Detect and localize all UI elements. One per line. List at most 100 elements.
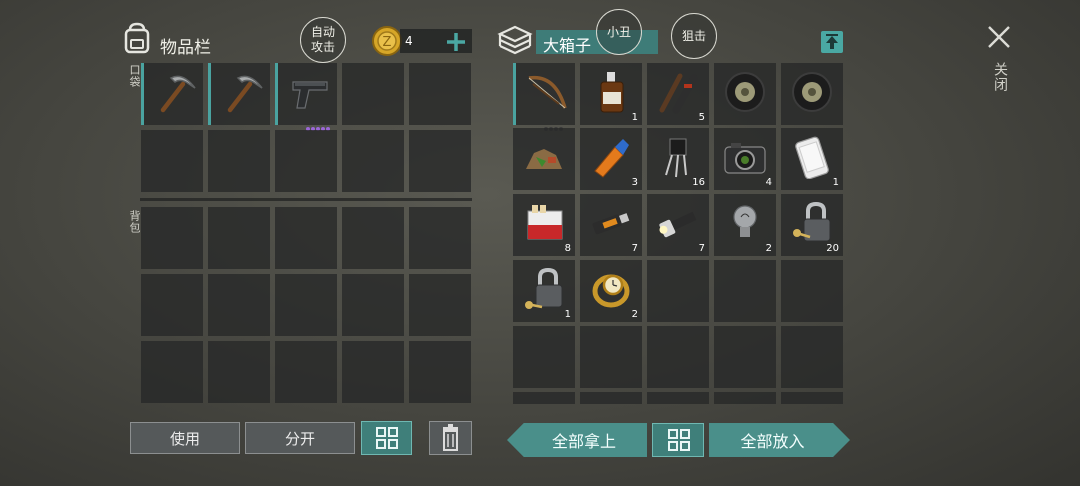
- padlock-key-icon: [793, 201, 831, 242]
- backpack-slot[interactable]: [208, 207, 270, 269]
- add-coins-icon[interactable]: [444, 30, 468, 54]
- crossbow-icon: [528, 75, 567, 109]
- container-slot[interactable]: 1: [781, 128, 843, 190]
- backpack-slot[interactable]: [275, 207, 337, 269]
- transistor-icon: [665, 138, 687, 178]
- container-slot[interactable]: 20: [781, 194, 843, 256]
- pocket-slot[interactable]: [141, 63, 203, 125]
- close-label[interactable]: 关闭: [990, 62, 1010, 92]
- container-slot[interactable]: 7: [580, 194, 642, 256]
- take-all-button[interactable]: 全部拿上: [507, 423, 647, 457]
- sort-container-button[interactable]: [652, 423, 704, 457]
- item-count: 7: [698, 243, 705, 254]
- split-label: 分开: [284, 429, 315, 448]
- backpack-slot[interactable]: [208, 274, 270, 336]
- tire-icon: [792, 72, 832, 112]
- whiskey-bottle-icon: [600, 72, 624, 113]
- pocket-slot[interactable]: [342, 130, 404, 192]
- grid-sort-icon: [376, 427, 398, 449]
- item-count: 20: [826, 243, 839, 254]
- container-slot[interactable]: 7: [647, 194, 709, 256]
- container-slot[interactable]: [580, 392, 642, 404]
- container-title: 大箱子: [543, 36, 592, 55]
- backpack-icon: [122, 22, 152, 54]
- container-slot[interactable]: [781, 392, 843, 404]
- backpack-slot[interactable]: [275, 274, 337, 336]
- pocket-slot[interactable]: [208, 63, 270, 125]
- svg-text:Z: Z: [383, 35, 392, 50]
- pocket-slot[interactable]: [342, 63, 404, 125]
- container-slot[interactable]: 16: [647, 128, 709, 190]
- container-slot[interactable]: 5: [647, 63, 709, 125]
- container-slot[interactable]: [714, 326, 776, 388]
- backpack-slot[interactable]: [409, 274, 471, 336]
- upload-icon[interactable]: [818, 28, 846, 56]
- trash-icon: [443, 424, 458, 451]
- scrap-pile-icon: [526, 149, 562, 169]
- padlock-key-icon: [525, 267, 563, 309]
- backpack-slot[interactable]: [141, 274, 203, 336]
- backpack-slot[interactable]: [208, 341, 270, 403]
- item-count: 1: [564, 309, 571, 320]
- put-all-label: 全部放入: [740, 432, 805, 451]
- container-slot[interactable]: [714, 392, 776, 404]
- use-button[interactable]: 使用: [130, 422, 240, 454]
- backpack-slot[interactable]: [342, 207, 404, 269]
- container-slot[interactable]: 4: [714, 128, 776, 190]
- pocket-slot[interactable]: [275, 130, 337, 192]
- gold-watch-icon: [592, 274, 630, 308]
- xiaochou-button[interactable]: 小丑: [596, 9, 642, 55]
- container-slot[interactable]: [513, 326, 575, 388]
- backpack-slot[interactable]: [342, 341, 404, 403]
- container-slot[interactable]: [513, 392, 575, 404]
- container-slot[interactable]: 1: [513, 260, 575, 322]
- smartphone-icon: [795, 136, 829, 179]
- container-slot[interactable]: [781, 260, 843, 322]
- pocket-slot[interactable]: [208, 130, 270, 192]
- pocket-slot[interactable]: [409, 130, 471, 192]
- pickaxe-icon: [227, 75, 263, 113]
- container-slot[interactable]: [513, 128, 575, 190]
- container-slot[interactable]: 2: [714, 194, 776, 256]
- backpack-slot[interactable]: [141, 207, 203, 269]
- auto-attack-button[interactable]: 自动攻击: [300, 17, 346, 63]
- snipe-label: 狙击: [681, 28, 706, 43]
- split-button[interactable]: 分开: [245, 422, 355, 454]
- container-slot[interactable]: 2: [580, 260, 642, 322]
- backpack-slot[interactable]: [409, 341, 471, 403]
- item-count: 2: [631, 309, 638, 320]
- container-slot[interactable]: [580, 326, 642, 388]
- container-slot[interactable]: [781, 326, 843, 388]
- backpack-slot[interactable]: [342, 274, 404, 336]
- take-all-label: 全部拿上: [551, 432, 616, 451]
- container-slot[interactable]: 8: [513, 194, 575, 256]
- box-stack-icon: [497, 24, 533, 58]
- put-all-button[interactable]: 全部放入: [709, 423, 850, 457]
- close-icon[interactable]: [986, 24, 1012, 50]
- pocket-slot[interactable]: [409, 63, 471, 125]
- container-slot[interactable]: [714, 260, 776, 322]
- item-count: 7: [631, 243, 638, 254]
- container-slot[interactable]: [647, 260, 709, 322]
- container-slot[interactable]: [647, 392, 709, 404]
- rarity-dots: [544, 116, 574, 131]
- container-slot[interactable]: [781, 63, 843, 125]
- container-slot[interactable]: 3: [580, 128, 642, 190]
- section-divider: [140, 198, 472, 201]
- container-slot[interactable]: 1: [580, 63, 642, 125]
- backpack-slot[interactable]: [141, 341, 203, 403]
- coin-count: 4: [405, 34, 413, 48]
- pocket-slot[interactable]: [141, 130, 203, 192]
- container-slot[interactable]: [647, 326, 709, 388]
- pocket-slot[interactable]: [275, 63, 337, 131]
- usb-drive-icon: [592, 213, 630, 235]
- backpack-slot[interactable]: [275, 341, 337, 403]
- item-count: 16: [692, 177, 705, 188]
- backpack-slot[interactable]: [409, 207, 471, 269]
- trash-button[interactable]: [429, 421, 472, 455]
- container-slot[interactable]: [714, 63, 776, 125]
- container-slot[interactable]: [513, 63, 575, 131]
- snipe-button[interactable]: 狙击: [671, 13, 717, 59]
- item-count: 4: [765, 177, 772, 188]
- sort-inventory-button[interactable]: [361, 421, 412, 455]
